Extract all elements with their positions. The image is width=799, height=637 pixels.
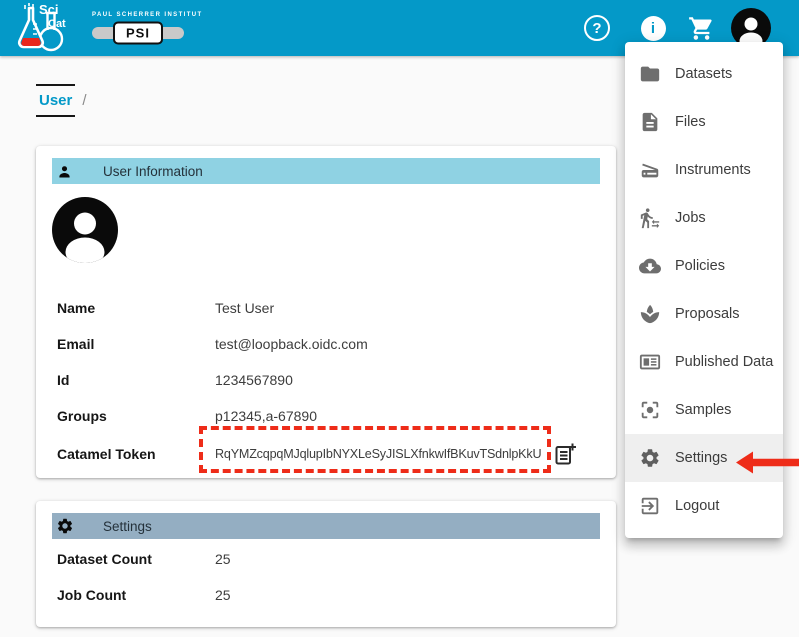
gear-icon — [639, 447, 661, 469]
cloud-download-icon — [639, 255, 661, 277]
copy-token-button[interactable] — [553, 442, 577, 466]
account-dropdown-menu: Datasets Files Instruments Jobs Policies… — [625, 42, 783, 538]
user-avatar-icon — [52, 197, 118, 263]
menu-item-instruments[interactable]: Instruments — [625, 146, 783, 194]
user-field-row: Email test@loopback.oidc.com — [52, 326, 600, 362]
menu-item-label: Datasets — [675, 66, 732, 82]
field-value: test@loopback.oidc.com — [215, 336, 368, 352]
field-label: Dataset Count — [52, 551, 215, 567]
field-value: 25 — [215, 587, 231, 603]
reader-icon — [639, 351, 661, 373]
menu-item-logout[interactable]: Logout — [625, 482, 783, 530]
breadcrumb-separator: / — [82, 92, 86, 109]
field-label: Name — [52, 300, 215, 316]
settings-card-title: Settings — [103, 519, 152, 534]
menu-item-datasets[interactable]: Datasets — [625, 50, 783, 98]
field-label: Catamel Token — [52, 446, 215, 462]
copy-icon — [553, 442, 577, 466]
scanner-icon — [639, 159, 661, 181]
breadcrumb-user-link[interactable]: User — [36, 84, 75, 117]
info-icon: i — [641, 16, 666, 41]
menu-item-label: Jobs — [675, 210, 706, 226]
user-field-row: Groups p12345,a-67890 — [52, 398, 600, 434]
help-icon: ? — [584, 15, 610, 41]
field-label: Email — [52, 336, 215, 352]
center-focus-icon — [639, 399, 661, 421]
walking-person-icon — [639, 207, 661, 229]
logout-icon — [639, 495, 661, 517]
menu-item-label: Samples — [675, 402, 731, 418]
settings-card: Settings Dataset Count 25 Job Count 25 — [36, 501, 616, 627]
spa-icon — [639, 303, 661, 325]
menu-item-label: Settings — [675, 450, 727, 466]
menu-item-samples[interactable]: Samples — [625, 386, 783, 434]
field-value: 1234567890 — [215, 372, 293, 388]
field-label: Id — [52, 372, 215, 388]
field-label: Groups — [52, 408, 215, 424]
field-value: 25 — [215, 551, 231, 567]
field-value: p12345,a-67890 — [215, 408, 317, 424]
breadcrumb: User / — [36, 84, 87, 117]
settings-field-row: Job Count 25 — [52, 577, 600, 613]
field-label: Job Count — [52, 587, 215, 603]
psi-institute-name: PAUL SCHERRER INSTITUT — [92, 12, 184, 18]
catamel-token-row: Catamel Token RqYMZcqpqMJqlupIbNYXLeSyJI… — [52, 434, 600, 474]
gear-icon — [56, 517, 74, 535]
menu-item-label: Policies — [675, 258, 725, 274]
user-field-row: Id 1234567890 — [52, 362, 600, 398]
menu-item-proposals[interactable]: Proposals — [625, 290, 783, 338]
user-card-title: User Information — [103, 164, 203, 179]
help-button[interactable]: ? — [582, 0, 612, 56]
settings-card-header: Settings — [52, 513, 600, 539]
catamel-token-value: RqYMZcqpqMJqlupIbNYXLeSyJISLXfnkwIfBKuvT… — [215, 447, 541, 461]
menu-item-label: Proposals — [675, 306, 739, 322]
user-information-card: User Information Name Test User Email te… — [36, 146, 616, 478]
menu-item-files[interactable]: Files — [625, 98, 783, 146]
menu-item-label: Logout — [675, 498, 719, 514]
cart-icon — [688, 15, 715, 42]
psi-badge-text: PSI — [113, 21, 163, 44]
menu-item-jobs[interactable]: Jobs — [625, 194, 783, 242]
user-field-row: Name Test User — [52, 290, 600, 326]
svg-text:Cat: Cat — [48, 18, 66, 30]
file-icon — [639, 111, 661, 133]
field-value: Test User — [215, 300, 274, 316]
menu-item-label: Published Data — [675, 354, 773, 370]
menu-item-settings[interactable]: Settings — [625, 434, 783, 482]
menu-item-policies[interactable]: Policies — [625, 242, 783, 290]
menu-item-label: Files — [675, 114, 706, 130]
user-card-header: User Information — [52, 158, 600, 184]
menu-item-label: Instruments — [675, 162, 751, 178]
folder-icon — [639, 63, 661, 85]
psi-logo[interactable]: PAUL SCHERRER INSTITUT PSI — [92, 12, 184, 45]
menu-item-published-data[interactable]: Published Data — [625, 338, 783, 386]
svg-text:Sci: Sci — [39, 2, 59, 17]
scicat-logo-icon[interactable]: Sci Cat — [12, 2, 72, 54]
person-icon — [56, 163, 73, 180]
settings-field-row: Dataset Count 25 — [52, 541, 600, 577]
psi-badge: PSI — [92, 21, 184, 45]
